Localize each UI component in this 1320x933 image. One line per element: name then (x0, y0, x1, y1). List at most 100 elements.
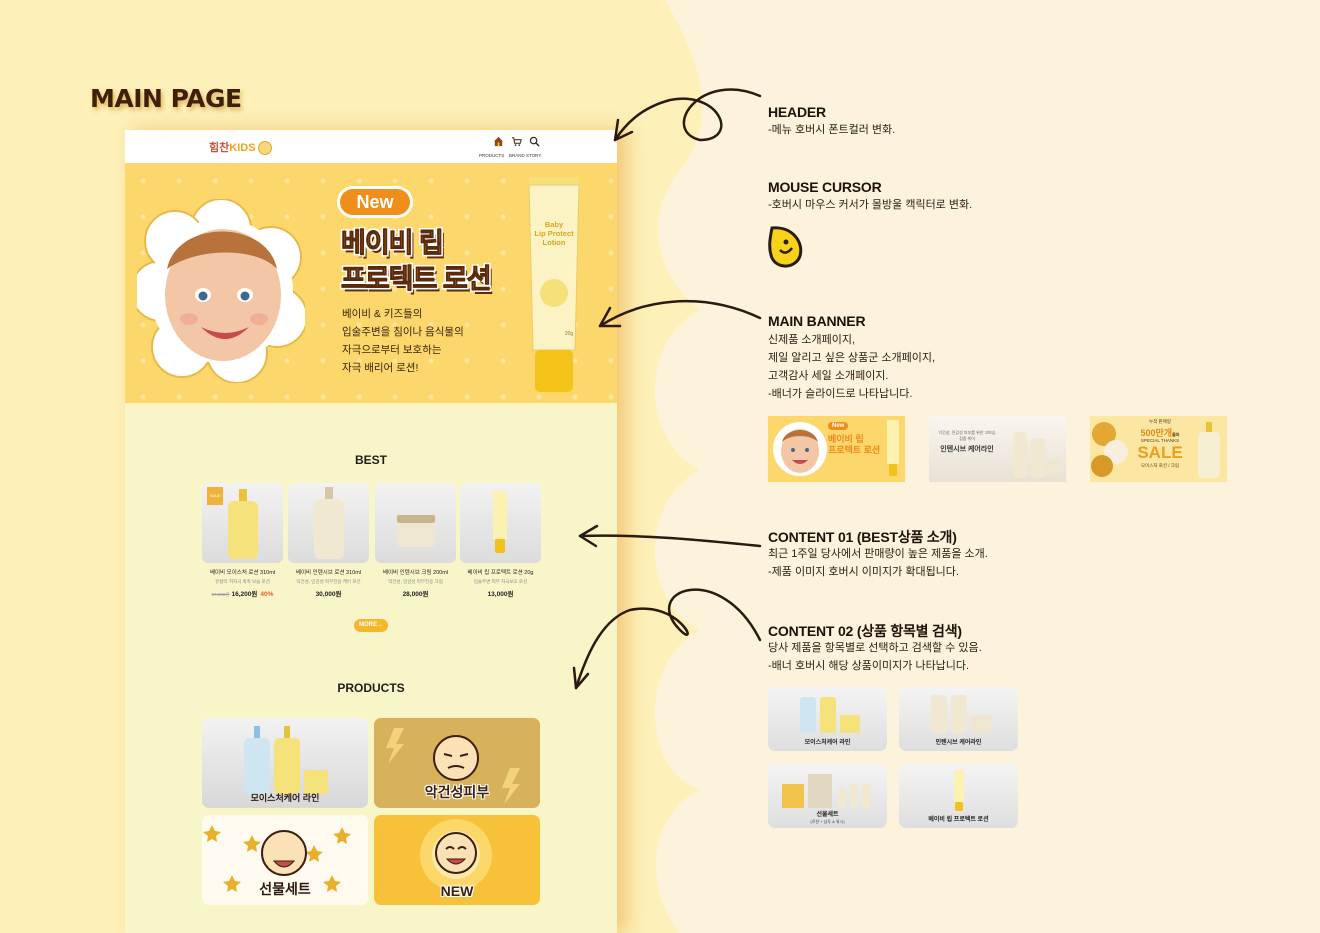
annotation-cursor-heading: MOUSE CURSOR (768, 179, 882, 195)
thumb-subtitle: 악건성, 민감성 피부를 위한 고보습 집중 케어 (938, 430, 996, 441)
baby-photo (137, 199, 305, 383)
droplet-cursor-icon (768, 226, 803, 268)
banner-desc-line: 자극으로부터 보호하는 (342, 344, 442, 356)
product-image[interactable] (375, 483, 456, 563)
banner-description: 베이비 & 키즈들의 입술주변을 침이나 음식물의 자극으로부터 보호하는 자극… (342, 305, 502, 377)
house-icon[interactable] (493, 136, 504, 147)
banner-title-line2: 프로텍트 로션 (341, 264, 493, 295)
best-section-title: BEST (354, 453, 387, 467)
logo-kids-text: KIDS (229, 142, 256, 154)
annotation-content02-line: -배너 호버시 해당 상품이미지가 나타납니다. (768, 660, 970, 672)
category-label: NEW (440, 883, 474, 899)
main-page-mockup: 힘찬KIDS PRODUCTS BRAND STORY New 베이비 립 프로… (125, 130, 617, 933)
best-product-card[interactable]: 베이비 립 프로텍트 로션 20g 입술주변 피부 자극보호 로션 13,000… (460, 483, 541, 598)
thumb-title: 프로텍트 로션 (828, 445, 881, 455)
thumb-top-text: 누적 판매량 (1149, 419, 1171, 424)
baby-face-icon (257, 141, 272, 156)
best-product-card[interactable]: SALE 베이비 모이스처 로션 310ml 유칼리 저자극 촉촉 보습 로션 … (202, 483, 283, 598)
product-image[interactable]: SALE (202, 483, 283, 563)
banner-title-line1: 베이비 립 (341, 228, 445, 259)
category-tile-dry-skin[interactable]: 악건성피부 (374, 718, 540, 808)
banner-desc-line: 입술주변을 침이나 음식물의 (342, 326, 464, 338)
annotation-content01-heading: CONTENT 01 (BEST상품 소개) (768, 529, 957, 545)
best-product-card[interactable]: 베이비 인텐시브 로션 310ml 악건성, 민감성 피부전용 케어 로션 30… (288, 483, 369, 598)
new-badge: New (340, 189, 410, 215)
tube-text: Lotion (543, 238, 566, 247)
annotation-header-heading: HEADER (768, 104, 826, 120)
product-name: 베이비 모이스처 로션 310ml (209, 570, 276, 576)
preview-label: 베이비 립 프로텍트 로션 (928, 817, 989, 823)
category-preview-gift-set[interactable]: 선물세트 (로션 + 샴푸 & 워시) (768, 764, 887, 828)
banner-thumb-new[interactable]: New 베이비 립 프로텍트 로션 (768, 416, 905, 482)
preview-label: 인텐시브 케어라인 (935, 740, 982, 746)
annotation-banner-line: 신제품 소개페이지, (768, 334, 856, 346)
lip-lotion-tube: Baby Lip Protect Lotion 20g (528, 177, 580, 392)
annotation-content02-heading: CONTENT 02 (상품 항목별 검색) (768, 623, 962, 639)
thumb-count-value: 500만개 (1140, 428, 1173, 438)
category-tile-new[interactable]: NEW (374, 815, 540, 905)
category-label: 선물세트 (259, 881, 311, 897)
annotation-content01-line: 최근 1주일 당사에서 판매량이 높은 제품을 소개. (768, 548, 988, 560)
annotation-banner-line: -배너가 슬라이드로 나타납니다. (768, 388, 913, 400)
sale-price: 16,200원 (231, 591, 258, 598)
annotation-banner-heading: MAIN BANNER (768, 313, 866, 329)
product-price-row: 28,000원 (375, 588, 456, 598)
logo-text: 힘찬 (209, 142, 230, 154)
tube-size: 20g (565, 331, 574, 337)
category-tile-gift-set[interactable]: 선물세트 (202, 815, 368, 905)
best-product-card[interactable]: 베이비 인텐시브 크림 200ml 악건성, 민감성 피부전용 크림 28,00… (375, 483, 456, 598)
product-subtitle: 유칼리 저자극 촉촉 보습 로션 (215, 579, 270, 584)
banner-thumb-sale[interactable]: 누적 판매량 500만개돌파 SPECIAL THANKS SALE 모이스처 … (1090, 416, 1227, 482)
search-icon[interactable] (529, 136, 540, 147)
product-price-row: 13,000원 (460, 588, 541, 598)
products-section-title: PRODUCTS (337, 681, 405, 695)
page-title: MAIN PAGE (90, 84, 242, 113)
category-label: 악건성피부 (424, 784, 490, 800)
product-price-row: 27,000원 16,200원 40% (202, 588, 283, 598)
discount-rate: 40% (260, 591, 274, 598)
annotation-banner-line: 고객감사 세일 소개페이지. (768, 370, 889, 382)
nav-brand-story[interactable]: BRAND STORY (509, 153, 541, 158)
category-preview-lip-lotion[interactable]: 베이비 립 프로텍트 로션 (899, 764, 1018, 828)
tube-text: Lip Protect (534, 229, 574, 238)
site-logo[interactable]: 힘찬KIDS (209, 139, 272, 156)
main-banner[interactable]: New 베이비 립 프로텍트 로션 베이비 & 키즈들의 입술주변을 침이나 음… (125, 163, 617, 403)
cart-icon[interactable] (511, 136, 522, 147)
site-nav: PRODUCTS BRAND STORY (479, 134, 549, 162)
banner-desc-line: 베이비 & 키즈들의 (342, 308, 423, 320)
product-subtitle: 악건성, 민감성 피부전용 케어 로션 (296, 579, 361, 584)
annotation-content01-line: -제품 이미지 호버시 이미지가 확대됩니다. (768, 566, 959, 578)
more-button[interactable]: MORE→ (354, 619, 388, 632)
preview-sublabel: (로션 + 샴푸 & 워시) (810, 819, 845, 824)
product-price-row: 30,000원 (288, 588, 369, 598)
tube-text: Baby (545, 220, 564, 229)
thumb-count-suffix: 돌파 (1172, 432, 1180, 437)
thumb-title: 인텐시브 케어라인 (940, 446, 994, 453)
original-price: 27,000원 (211, 592, 230, 597)
product-image[interactable] (288, 483, 369, 563)
thumb-note: 모이스처 로션 / 크림 (1140, 463, 1180, 468)
product-subtitle: 입술주변 피부 자극보호 로션 (473, 579, 528, 584)
sale-badge: SALE (207, 487, 223, 505)
category-label: 모이스처케어 라인 (250, 793, 320, 803)
annotation-cursor-line: -호버시 마우스 커서가 몰방울 캑릭터로 변화. (768, 199, 973, 211)
annotation-header-line: -메뉴 호버시 폰트컬러 변화. (768, 124, 896, 136)
category-preview-intensive[interactable]: 인텐시브 케어라인 (899, 687, 1018, 751)
annotation-banner-line: 제일 알리고 싶은 상품군 소개페이지, (768, 352, 936, 364)
product-subtitle: 악건성, 민감성 피부전용 크림 (388, 579, 443, 584)
banner-thumb-intensive[interactable]: 악건성, 민감성 피부를 위한 고보습 집중 케어 인텐시브 케어라인 (929, 416, 1066, 482)
category-tile-moisture[interactable]: 모이스처케어 라인 (202, 718, 368, 808)
preview-label: 모이스처케어 라인 (804, 740, 851, 746)
sale-price: 30,000원 (315, 591, 342, 598)
product-name: 베이비 립 프로텍트 로션 20g (467, 570, 534, 576)
thumb-badge: New (828, 422, 849, 430)
sale-price: 13,000원 (487, 591, 514, 598)
product-image[interactable] (460, 483, 541, 563)
preview-label: 선물세트 (816, 812, 839, 818)
banner-desc-line: 자극 배리어 로션! (342, 362, 419, 374)
nav-products[interactable]: PRODUCTS (479, 153, 504, 158)
thumb-sale: SALE (1137, 443, 1183, 462)
annotation-content02-line: 당사 제품을 항목별로 선택하고 검색할 수 있음. (768, 642, 982, 654)
product-name: 베이비 인텐시브 로션 310ml (295, 570, 362, 576)
category-preview-moisture[interactable]: 모이스처케어 라인 (768, 687, 887, 751)
